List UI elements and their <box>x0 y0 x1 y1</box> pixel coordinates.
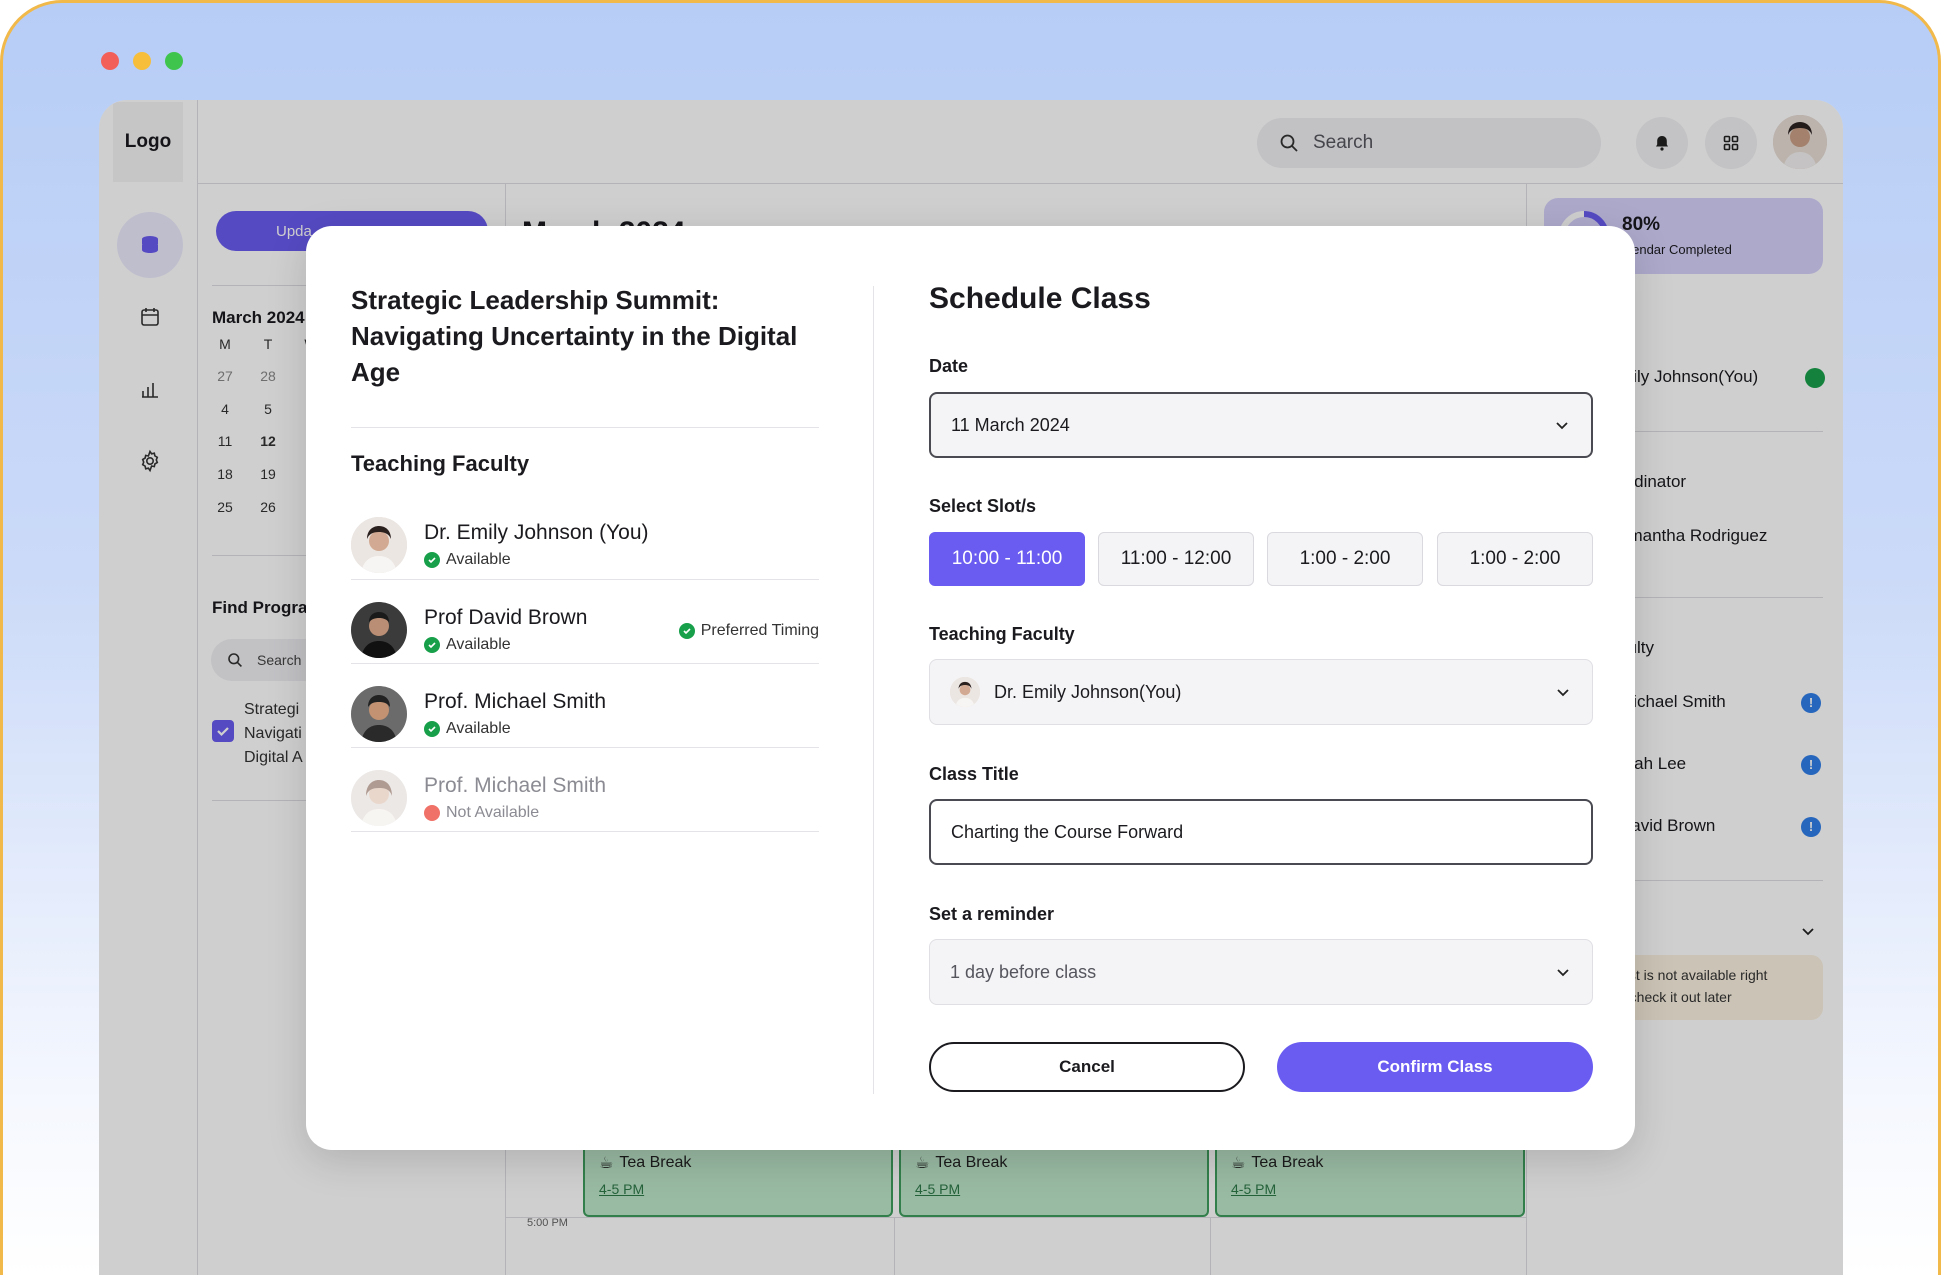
slots-label: Select Slot/s <box>929 496 1037 516</box>
confirm-class-button[interactable]: Confirm Class <box>1277 1042 1593 1092</box>
divider <box>351 663 819 664</box>
check-circle-icon <box>424 721 440 737</box>
faculty-item[interactable]: Prof. Michael Smith Available <box>351 678 819 762</box>
date-label: Date <box>929 356 969 376</box>
avatar-icon <box>351 602 407 658</box>
schedule-class-title: Schedule Class <box>929 282 1151 315</box>
class-title-value: Charting the Course Forward <box>951 821 1184 842</box>
faculty-label: Teaching Faculty <box>929 624 1075 644</box>
faculty-name: Prof. Michael Smith <box>424 774 607 797</box>
minimize-dot-icon[interactable] <box>133 52 151 70</box>
reminder-label: Set a reminder <box>929 904 1055 924</box>
program-title: Strategic Leadership Summit: Navigating … <box>351 285 798 387</box>
reminder-select[interactable]: 1 day before class <box>929 939 1593 1005</box>
date-select[interactable]: 11 March 2024 <box>929 392 1593 458</box>
avatar-icon <box>351 770 407 826</box>
chevron-down-icon <box>1557 689 1569 697</box>
avatar <box>351 602 407 658</box>
chevron-down-icon <box>1556 422 1568 430</box>
faculty-status: Available <box>424 551 511 569</box>
avatar <box>351 517 407 573</box>
divider <box>351 579 819 580</box>
maximize-dot-icon[interactable] <box>165 52 183 70</box>
faculty-name: Prof David Brown <box>424 606 588 629</box>
reminder-value: 1 day before class <box>950 961 1097 982</box>
status-text: Available <box>446 720 511 737</box>
modal-divider <box>873 286 874 1094</box>
avatar <box>950 677 980 707</box>
avatar <box>351 686 407 742</box>
chevron-down-icon <box>1557 969 1569 977</box>
faculty-select[interactable]: Dr. Emily Johnson(You) <box>929 659 1593 725</box>
divider <box>351 747 819 748</box>
teaching-faculty-title: Teaching Faculty <box>351 451 530 476</box>
avatar-icon <box>950 677 980 707</box>
avatar-icon <box>351 517 407 573</box>
window-controls <box>101 52 183 70</box>
faculty-status: Available <box>424 720 511 738</box>
check-circle-icon <box>678 623 695 639</box>
check-circle-icon <box>424 637 440 653</box>
date-value: 11 March 2024 <box>951 414 1070 435</box>
faculty-value: Dr. Emily Johnson(You) <box>994 681 1182 702</box>
slot-option[interactable]: 1:00 - 2:00 <box>1437 532 1593 586</box>
schedule-class-modal: Strategic Leadership Summit: Navigating … <box>306 226 1635 1150</box>
slot-option[interactable]: 1:00 - 2:00 <box>1267 532 1423 586</box>
slot-option-selected[interactable]: 10:00 - 11:00 <box>929 532 1085 586</box>
faculty-name: Prof. Michael Smith <box>424 690 607 713</box>
preferred-timing-text: Preferred Timing <box>700 622 819 639</box>
faculty-status: Not Available <box>424 804 539 822</box>
faculty-status: Available <box>424 636 511 654</box>
close-dot-icon[interactable] <box>101 52 119 70</box>
faculty-select-value: Dr. Emily Johnson(You) <box>950 677 1181 707</box>
divider <box>351 427 819 428</box>
check-circle-icon <box>424 552 440 568</box>
slot-option[interactable]: 11:00 - 12:00 <box>1098 532 1254 586</box>
faculty-name: Dr. Emily Johnson (You) <box>424 521 649 544</box>
unavailable-dot-icon <box>424 805 440 821</box>
class-title-input[interactable]: Charting the Course Forward <box>929 799 1593 865</box>
divider <box>351 831 819 832</box>
class-title-label: Class Title <box>929 764 1019 784</box>
status-text: Available <box>446 636 511 653</box>
faculty-item[interactable]: Prof David Brown Available Preferred Tim… <box>351 594 819 678</box>
faculty-item-unavailable[interactable]: Prof. Michael Smith Not Available <box>351 762 819 846</box>
faculty-item[interactable]: Dr. Emily Johnson (You) Available <box>351 509 819 593</box>
preferred-timing-badge: Preferred Timing <box>678 622 819 640</box>
avatar <box>351 770 407 826</box>
avatar-icon <box>351 686 407 742</box>
cancel-button[interactable]: Cancel <box>929 1042 1245 1092</box>
status-text: Available <box>446 551 511 568</box>
status-text: Not Available <box>446 804 540 821</box>
